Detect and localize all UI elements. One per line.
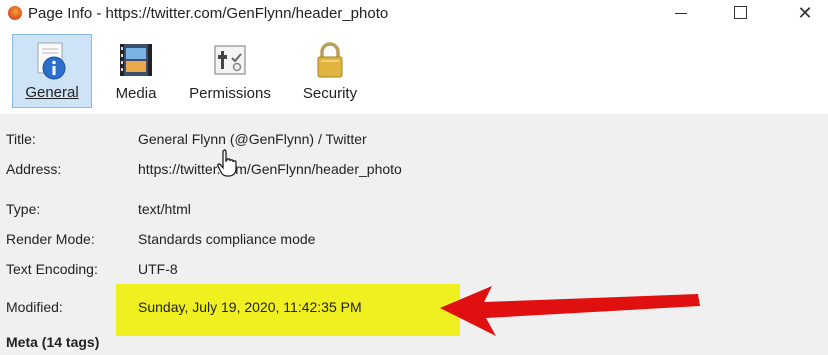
modified-label: Modified: bbox=[6, 299, 63, 315]
close-icon: ✕ bbox=[797, 3, 813, 23]
tab-permissions[interactable]: Permissions bbox=[180, 34, 280, 108]
text-encoding-value[interactable]: UTF-8 bbox=[138, 261, 178, 277]
maximize-icon bbox=[733, 5, 747, 19]
info-row-modified: Modified: Sunday, July 19, 2020, 11:42:3… bbox=[0, 295, 828, 319]
tab-general[interactable]: General bbox=[12, 34, 92, 108]
meta-section-header[interactable]: Meta (14 tags) bbox=[6, 334, 99, 350]
hand-cursor-icon bbox=[217, 149, 237, 177]
tab-permissions-label: Permissions bbox=[189, 85, 271, 102]
render-mode-value[interactable]: Standards compliance mode bbox=[138, 231, 315, 247]
info-row-type: Type: text/html bbox=[0, 197, 828, 221]
title-bar: Page Info - https://twitter.com/GenFlynn… bbox=[0, 0, 828, 30]
tab-general-label: General bbox=[25, 84, 79, 101]
page-info-window: Page Info - https://twitter.com/GenFlynn… bbox=[0, 0, 828, 355]
permissions-icon bbox=[210, 40, 250, 80]
info-row-text-encoding: Text Encoding: UTF-8 bbox=[0, 257, 828, 281]
info-row-render-mode: Render Mode: Standards compliance mode bbox=[0, 227, 828, 251]
window-title: Page Info - https://twitter.com/GenFlynn… bbox=[28, 5, 389, 22]
maximize-button[interactable] bbox=[718, 0, 762, 28]
address-label: Address: bbox=[6, 161, 62, 177]
info-row-title: Title: General Flynn (@GenFlynn) / Twitt… bbox=[0, 127, 828, 151]
text-encoding-label: Text Encoding: bbox=[6, 261, 98, 277]
tab-media[interactable]: Media bbox=[104, 34, 168, 108]
type-value[interactable]: text/html bbox=[138, 201, 191, 217]
title-value[interactable]: General Flynn (@GenFlynn) / Twitter bbox=[138, 131, 367, 147]
info-row-address: Address: https://twitter.com/GenFlynn/he… bbox=[0, 157, 828, 181]
tab-security-label: Security bbox=[302, 85, 358, 102]
lock-icon bbox=[310, 40, 350, 80]
modified-value[interactable]: Sunday, July 19, 2020, 11:42:35 PM bbox=[138, 299, 362, 315]
toolbar: General Media Permissions Security bbox=[0, 30, 828, 112]
close-button[interactable]: ✕ bbox=[783, 0, 827, 28]
firefox-icon bbox=[8, 6, 22, 20]
media-icon bbox=[116, 40, 156, 80]
address-value[interactable]: https://twitter.com/GenFlynn/header_phot… bbox=[138, 161, 402, 177]
title-label: Title: bbox=[6, 131, 36, 147]
minimize-button[interactable] bbox=[659, 0, 703, 28]
tab-media-label: Media bbox=[115, 85, 157, 102]
red-arrow-annotation bbox=[440, 286, 700, 336]
info-icon bbox=[32, 41, 72, 81]
minimize-icon bbox=[675, 12, 687, 14]
general-panel: Title: General Flynn (@GenFlynn) / Twitt… bbox=[0, 114, 828, 355]
type-label: Type: bbox=[6, 201, 41, 217]
tab-security[interactable]: Security bbox=[294, 34, 366, 108]
render-mode-label: Render Mode: bbox=[6, 231, 95, 247]
